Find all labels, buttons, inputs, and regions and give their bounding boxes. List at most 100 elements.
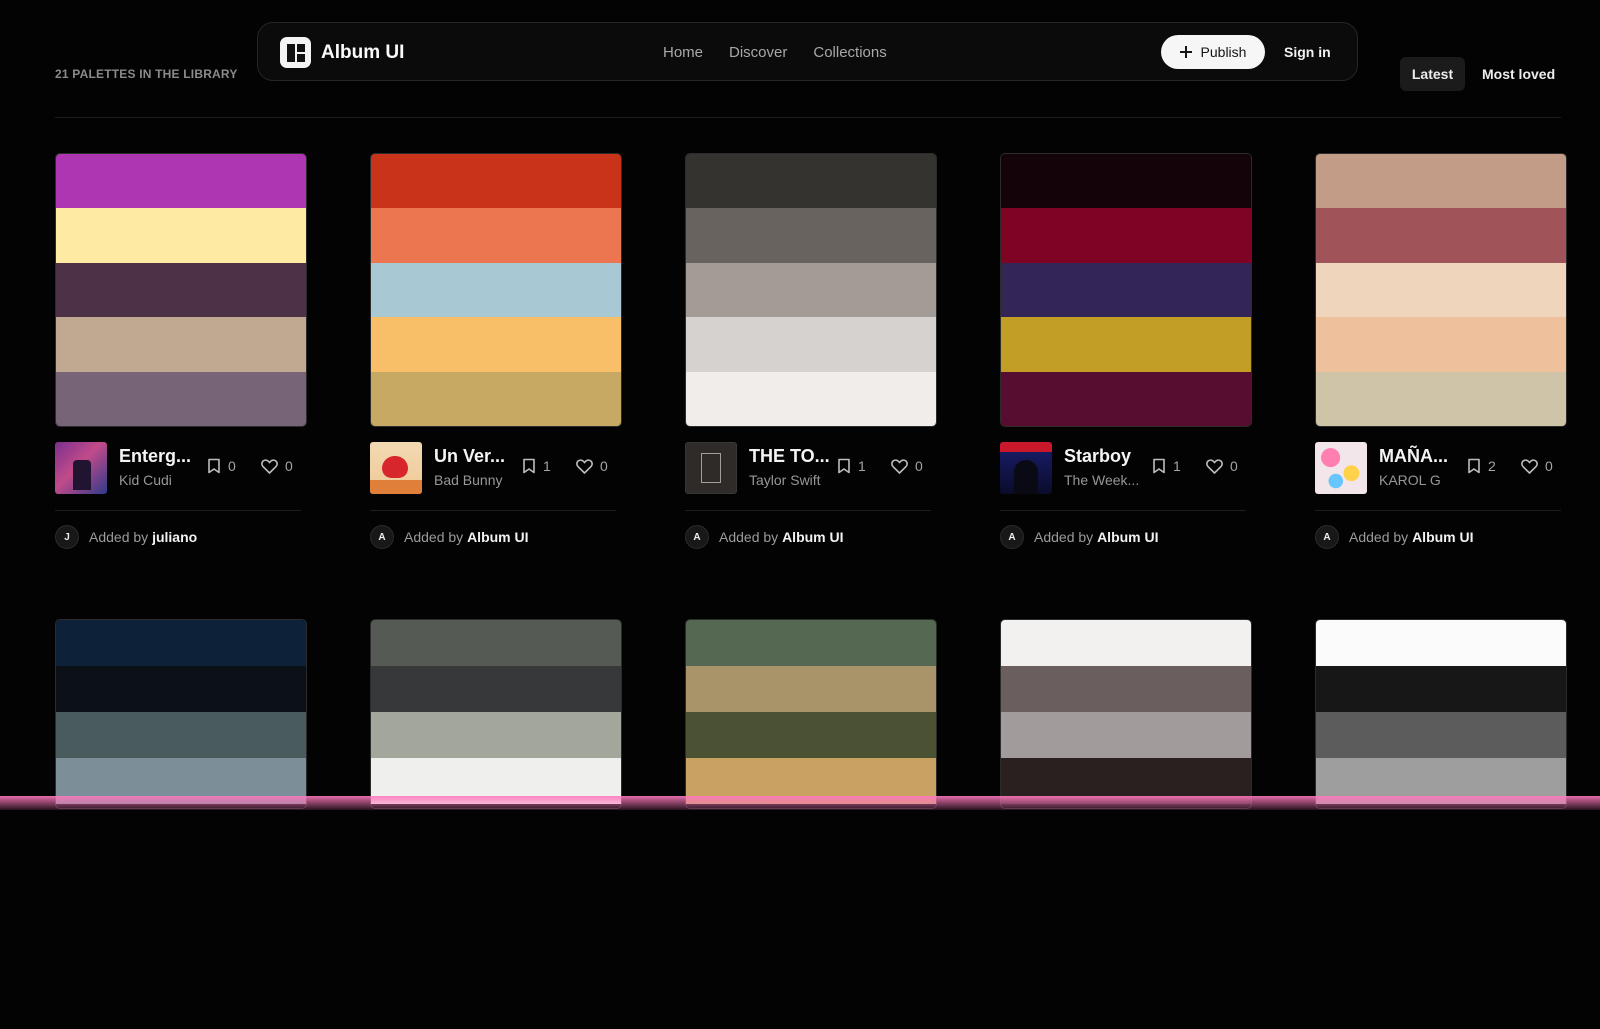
color-swatch[interactable] bbox=[56, 262, 306, 318]
artist-name[interactable]: KAROL G bbox=[1379, 472, 1441, 488]
artist-name[interactable]: Taylor Swift bbox=[749, 472, 821, 488]
save-button[interactable]: 1 bbox=[837, 458, 866, 474]
color-swatch[interactable] bbox=[1316, 666, 1566, 712]
save-button[interactable]: 1 bbox=[522, 458, 551, 474]
color-swatch[interactable] bbox=[56, 620, 306, 666]
save-button[interactable]: 2 bbox=[1467, 458, 1496, 474]
color-swatch[interactable] bbox=[1001, 371, 1251, 426]
save-button[interactable]: 0 bbox=[207, 458, 236, 474]
color-swatch[interactable] bbox=[1001, 712, 1251, 758]
added-by-name[interactable]: juliano bbox=[152, 529, 197, 545]
color-swatch[interactable] bbox=[686, 620, 936, 666]
color-swatch[interactable] bbox=[371, 262, 621, 318]
color-swatch[interactable] bbox=[1316, 262, 1566, 318]
album-cover[interactable] bbox=[55, 442, 107, 494]
color-swatch[interactable] bbox=[1316, 620, 1566, 666]
color-swatch[interactable] bbox=[686, 712, 936, 758]
color-swatch[interactable] bbox=[1316, 317, 1566, 372]
color-palette[interactable] bbox=[55, 153, 307, 427]
publish-button[interactable]: Publish bbox=[1161, 35, 1265, 69]
like-button[interactable]: 0 bbox=[261, 458, 293, 474]
user-avatar[interactable]: J bbox=[55, 525, 79, 549]
added-by-name[interactable]: Album UI bbox=[467, 529, 528, 545]
color-swatch[interactable] bbox=[56, 154, 306, 209]
color-palette[interactable] bbox=[55, 619, 307, 809]
color-palette[interactable] bbox=[685, 619, 937, 809]
sort-latest-button[interactable]: Latest bbox=[1400, 57, 1465, 91]
user-avatar[interactable]: A bbox=[370, 525, 394, 549]
color-swatch[interactable] bbox=[371, 154, 621, 209]
color-swatch[interactable] bbox=[56, 317, 306, 372]
user-avatar[interactable]: A bbox=[1000, 525, 1024, 549]
palette-card[interactable]: Starboy The Week... 1 0 A Added by Album… bbox=[1000, 153, 1252, 563]
palette-card[interactable]: THE TO... Taylor Swift 1 0 A Added by Al… bbox=[685, 153, 937, 563]
palette-card[interactable]: Enterg... Kid Cudi 0 0 J Added by julian… bbox=[55, 153, 307, 563]
color-swatch[interactable] bbox=[1316, 371, 1566, 426]
color-swatch[interactable] bbox=[371, 317, 621, 372]
color-swatch[interactable] bbox=[686, 154, 936, 209]
color-swatch[interactable] bbox=[371, 666, 621, 712]
like-button[interactable]: 0 bbox=[891, 458, 923, 474]
palette-card[interactable]: Un Ver... Bad Bunny 1 0 A Added by Album… bbox=[370, 153, 622, 563]
album-cover[interactable] bbox=[370, 442, 422, 494]
color-palette[interactable] bbox=[370, 619, 622, 809]
palette-card[interactable] bbox=[370, 619, 622, 1029]
nav-home[interactable]: Home bbox=[663, 44, 703, 61]
color-palette[interactable] bbox=[1000, 619, 1252, 809]
palette-card[interactable]: MAÑA... KAROL G 2 0 A Added by Album UI bbox=[1315, 153, 1567, 563]
color-swatch[interactable] bbox=[1001, 620, 1251, 666]
color-swatch[interactable] bbox=[686, 666, 936, 712]
color-palette[interactable] bbox=[1315, 153, 1567, 427]
like-button[interactable]: 0 bbox=[576, 458, 608, 474]
color-palette[interactable] bbox=[1000, 153, 1252, 427]
color-palette[interactable] bbox=[685, 153, 937, 427]
color-swatch[interactable] bbox=[686, 371, 936, 426]
save-button[interactable]: 1 bbox=[1152, 458, 1181, 474]
album-title[interactable]: THE TO... bbox=[749, 446, 830, 467]
color-swatch[interactable] bbox=[56, 208, 306, 263]
user-avatar[interactable]: A bbox=[1315, 525, 1339, 549]
added-by-name[interactable]: Album UI bbox=[1412, 529, 1473, 545]
album-cover[interactable] bbox=[685, 442, 737, 494]
color-swatch[interactable] bbox=[56, 371, 306, 426]
album-cover[interactable] bbox=[1315, 442, 1367, 494]
color-swatch[interactable] bbox=[371, 208, 621, 263]
color-swatch[interactable] bbox=[1001, 262, 1251, 318]
color-palette[interactable] bbox=[1315, 619, 1567, 809]
color-swatch[interactable] bbox=[371, 371, 621, 426]
user-avatar[interactable]: A bbox=[685, 525, 709, 549]
sort-most-loved-button[interactable]: Most loved bbox=[1482, 66, 1555, 82]
like-button[interactable]: 0 bbox=[1521, 458, 1553, 474]
color-swatch[interactable] bbox=[56, 666, 306, 712]
brand[interactable]: Album UI bbox=[280, 37, 404, 68]
color-palette[interactable] bbox=[370, 153, 622, 427]
album-title[interactable]: Un Ver... bbox=[434, 446, 505, 467]
color-swatch[interactable] bbox=[686, 262, 936, 318]
color-swatch[interactable] bbox=[371, 712, 621, 758]
color-swatch[interactable] bbox=[1316, 712, 1566, 758]
artist-name[interactable]: The Week... bbox=[1064, 472, 1139, 488]
color-swatch[interactable] bbox=[1316, 208, 1566, 263]
artist-name[interactable]: Bad Bunny bbox=[434, 472, 503, 488]
palette-card[interactable] bbox=[685, 619, 937, 1029]
color-swatch[interactable] bbox=[1001, 317, 1251, 372]
color-swatch[interactable] bbox=[686, 208, 936, 263]
artist-name[interactable]: Kid Cudi bbox=[119, 472, 172, 488]
nav-collections[interactable]: Collections bbox=[813, 44, 886, 61]
album-title[interactable]: MAÑA... bbox=[1379, 446, 1448, 467]
color-swatch[interactable] bbox=[1001, 154, 1251, 209]
album-cover[interactable] bbox=[1000, 442, 1052, 494]
added-by-name[interactable]: Album UI bbox=[1097, 529, 1158, 545]
palette-card[interactable] bbox=[55, 619, 307, 1029]
added-by-name[interactable]: Album UI bbox=[782, 529, 843, 545]
color-swatch[interactable] bbox=[686, 317, 936, 372]
palette-card[interactable] bbox=[1000, 619, 1252, 1029]
nav-discover[interactable]: Discover bbox=[729, 44, 787, 61]
color-swatch[interactable] bbox=[371, 620, 621, 666]
color-swatch[interactable] bbox=[1316, 154, 1566, 209]
sign-in-link[interactable]: Sign in bbox=[1284, 44, 1331, 60]
color-swatch[interactable] bbox=[1001, 666, 1251, 712]
album-title[interactable]: Enterg... bbox=[119, 446, 191, 467]
album-title[interactable]: Starboy bbox=[1064, 446, 1131, 467]
like-button[interactable]: 0 bbox=[1206, 458, 1238, 474]
